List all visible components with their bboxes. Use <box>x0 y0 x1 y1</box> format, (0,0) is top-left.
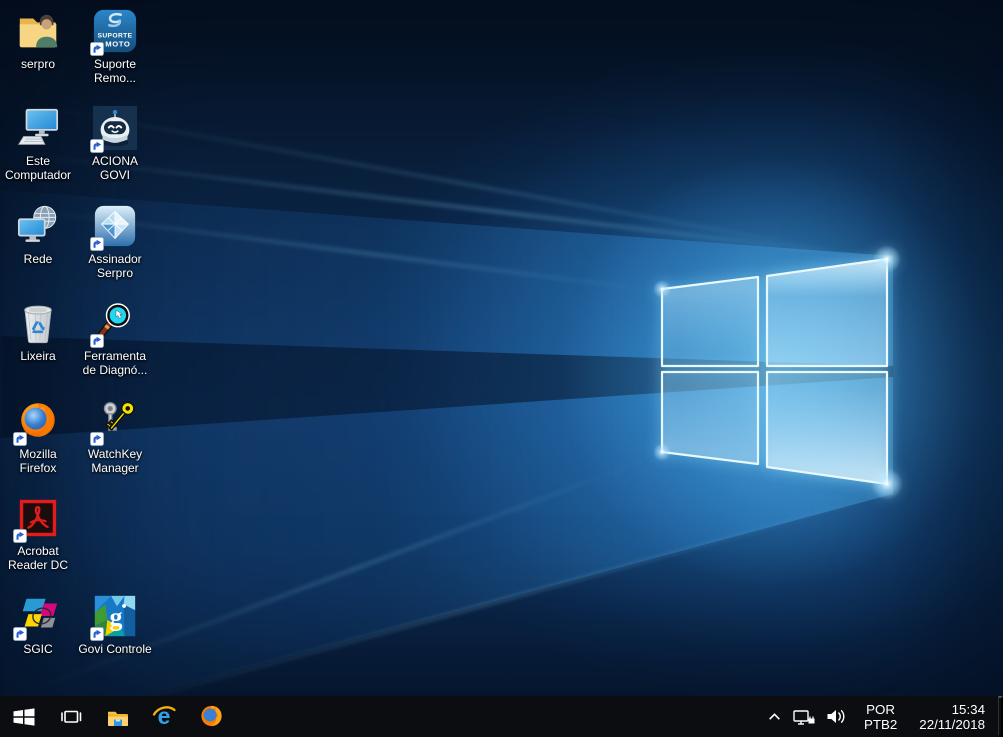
shortcut-arrow-icon <box>13 627 27 641</box>
shortcut-arrow-icon <box>90 139 104 153</box>
user-folder-icon <box>19 14 58 48</box>
shortcut-arrow-icon <box>13 432 27 446</box>
firefox-taskbar-icon <box>201 705 222 727</box>
shortcut-arrow-icon <box>90 627 104 641</box>
shortcut-arrow-icon <box>90 237 104 251</box>
desktop-icon-label: Rede <box>23 252 53 266</box>
desktop-icon-label: WatchKey Manager <box>87 447 143 475</box>
windows-logo <box>653 245 903 500</box>
tray-volume-button[interactable] <box>821 696 853 737</box>
language-indicator[interactable]: POR PTB2 <box>853 696 908 737</box>
desktop-icon-label: Assinador Serpro <box>88 252 142 280</box>
desktop-icon-suporte-remoto[interactable]: SUPORTE MOTO Suporte Remo... <box>77 8 153 102</box>
desktop-icon-lixeira[interactable]: Lixeira <box>0 300 76 394</box>
show-desktop-button[interactable] <box>998 696 1003 737</box>
start-button[interactable] <box>0 696 47 737</box>
svg-text:MOTO: MOTO <box>105 39 130 48</box>
network-globe-icon <box>17 205 57 242</box>
file-explorer-button[interactable] <box>94 696 141 737</box>
svg-text:g: g <box>109 603 122 632</box>
internet-explorer-button[interactable]: e <box>141 696 188 737</box>
desktop-icon-label: Suporte Remo... <box>93 57 137 85</box>
desktop-icon-watchkey-manager[interactable]: WatchKey Manager <box>77 398 153 492</box>
windows-start-icon <box>13 707 34 726</box>
desktop-icon-sgic[interactable]: SGIC <box>0 593 76 687</box>
desktop-icon-label: Ferramenta de Diagnó... <box>82 349 148 377</box>
task-view-button[interactable] <box>47 696 94 737</box>
recycle-bin-icon <box>24 305 52 344</box>
desktop-icon-mozilla-firefox[interactable]: Mozilla Firefox <box>0 398 76 492</box>
keyboard-layout-code: PTB2 <box>863 716 898 732</box>
tray-network-button[interactable] <box>787 696 821 737</box>
desktop-icon-label: serpro <box>20 57 55 71</box>
desktop-icon-aciona-govi[interactable]: ACIONA GOVI <box>77 105 153 199</box>
desktop-icon-assinador-serpro[interactable]: Assinador Serpro <box>77 203 153 297</box>
desktop-icon-acrobat-reader[interactable]: Acrobat Reader DC <box>0 495 76 589</box>
shortcut-arrow-icon <box>13 529 27 543</box>
clock-time: 15:34 <box>951 701 985 717</box>
desktop-icon-label: Este Computador <box>4 154 72 182</box>
chevron-up-icon <box>769 712 780 720</box>
taskbar: e POR PTB2 15:34 22/11/2018 <box>0 696 1003 737</box>
internet-explorer-icon: e <box>152 703 176 729</box>
desktop-icon-ferramenta-diagnostico[interactable]: Ferramenta de Diagnó... <box>77 300 153 394</box>
clock-date: 22/11/2018 <box>919 716 985 732</box>
desktop-icon-label: ACIONA GOVI <box>91 154 138 182</box>
network-ethernet-icon <box>793 709 815 725</box>
desktop-icon-label: SGIC <box>23 642 53 656</box>
desktop-icon-label: Mozilla Firefox <box>19 447 57 475</box>
speaker-icon <box>827 710 845 723</box>
firefox-button[interactable] <box>188 696 235 737</box>
desktop-icon-serpro[interactable]: serpro <box>0 8 76 102</box>
tray-chevron-button[interactable] <box>762 696 787 737</box>
shortcut-arrow-icon <box>90 334 104 348</box>
desktop-icon-este-computador[interactable]: Este Computador <box>0 105 76 199</box>
shortcut-arrow-icon <box>90 42 104 56</box>
this-pc-icon <box>17 108 59 145</box>
system-tray: POR PTB2 15:34 22/11/2018 <box>762 696 1003 737</box>
task-view-icon <box>60 710 81 723</box>
file-explorer-icon <box>107 711 128 726</box>
taskbar-left-group: e <box>0 696 235 737</box>
shortcut-arrow-icon <box>90 432 104 446</box>
clock[interactable]: 15:34 22/11/2018 <box>908 696 998 737</box>
windows-desktop: serpro SUPORTE MOTO Suporte Remo... Este… <box>0 0 1003 737</box>
desktop-icon-label: Lixeira <box>20 349 56 363</box>
language-code: POR <box>866 701 896 717</box>
desktop-icon-label: Govi Controle <box>78 642 152 656</box>
desktop-icon-label: Acrobat Reader DC <box>7 544 69 572</box>
desktop-icon-govi-controle[interactable]: g Govi Controle <box>77 593 153 687</box>
desktop-icon-rede[interactable]: Rede <box>0 203 76 297</box>
